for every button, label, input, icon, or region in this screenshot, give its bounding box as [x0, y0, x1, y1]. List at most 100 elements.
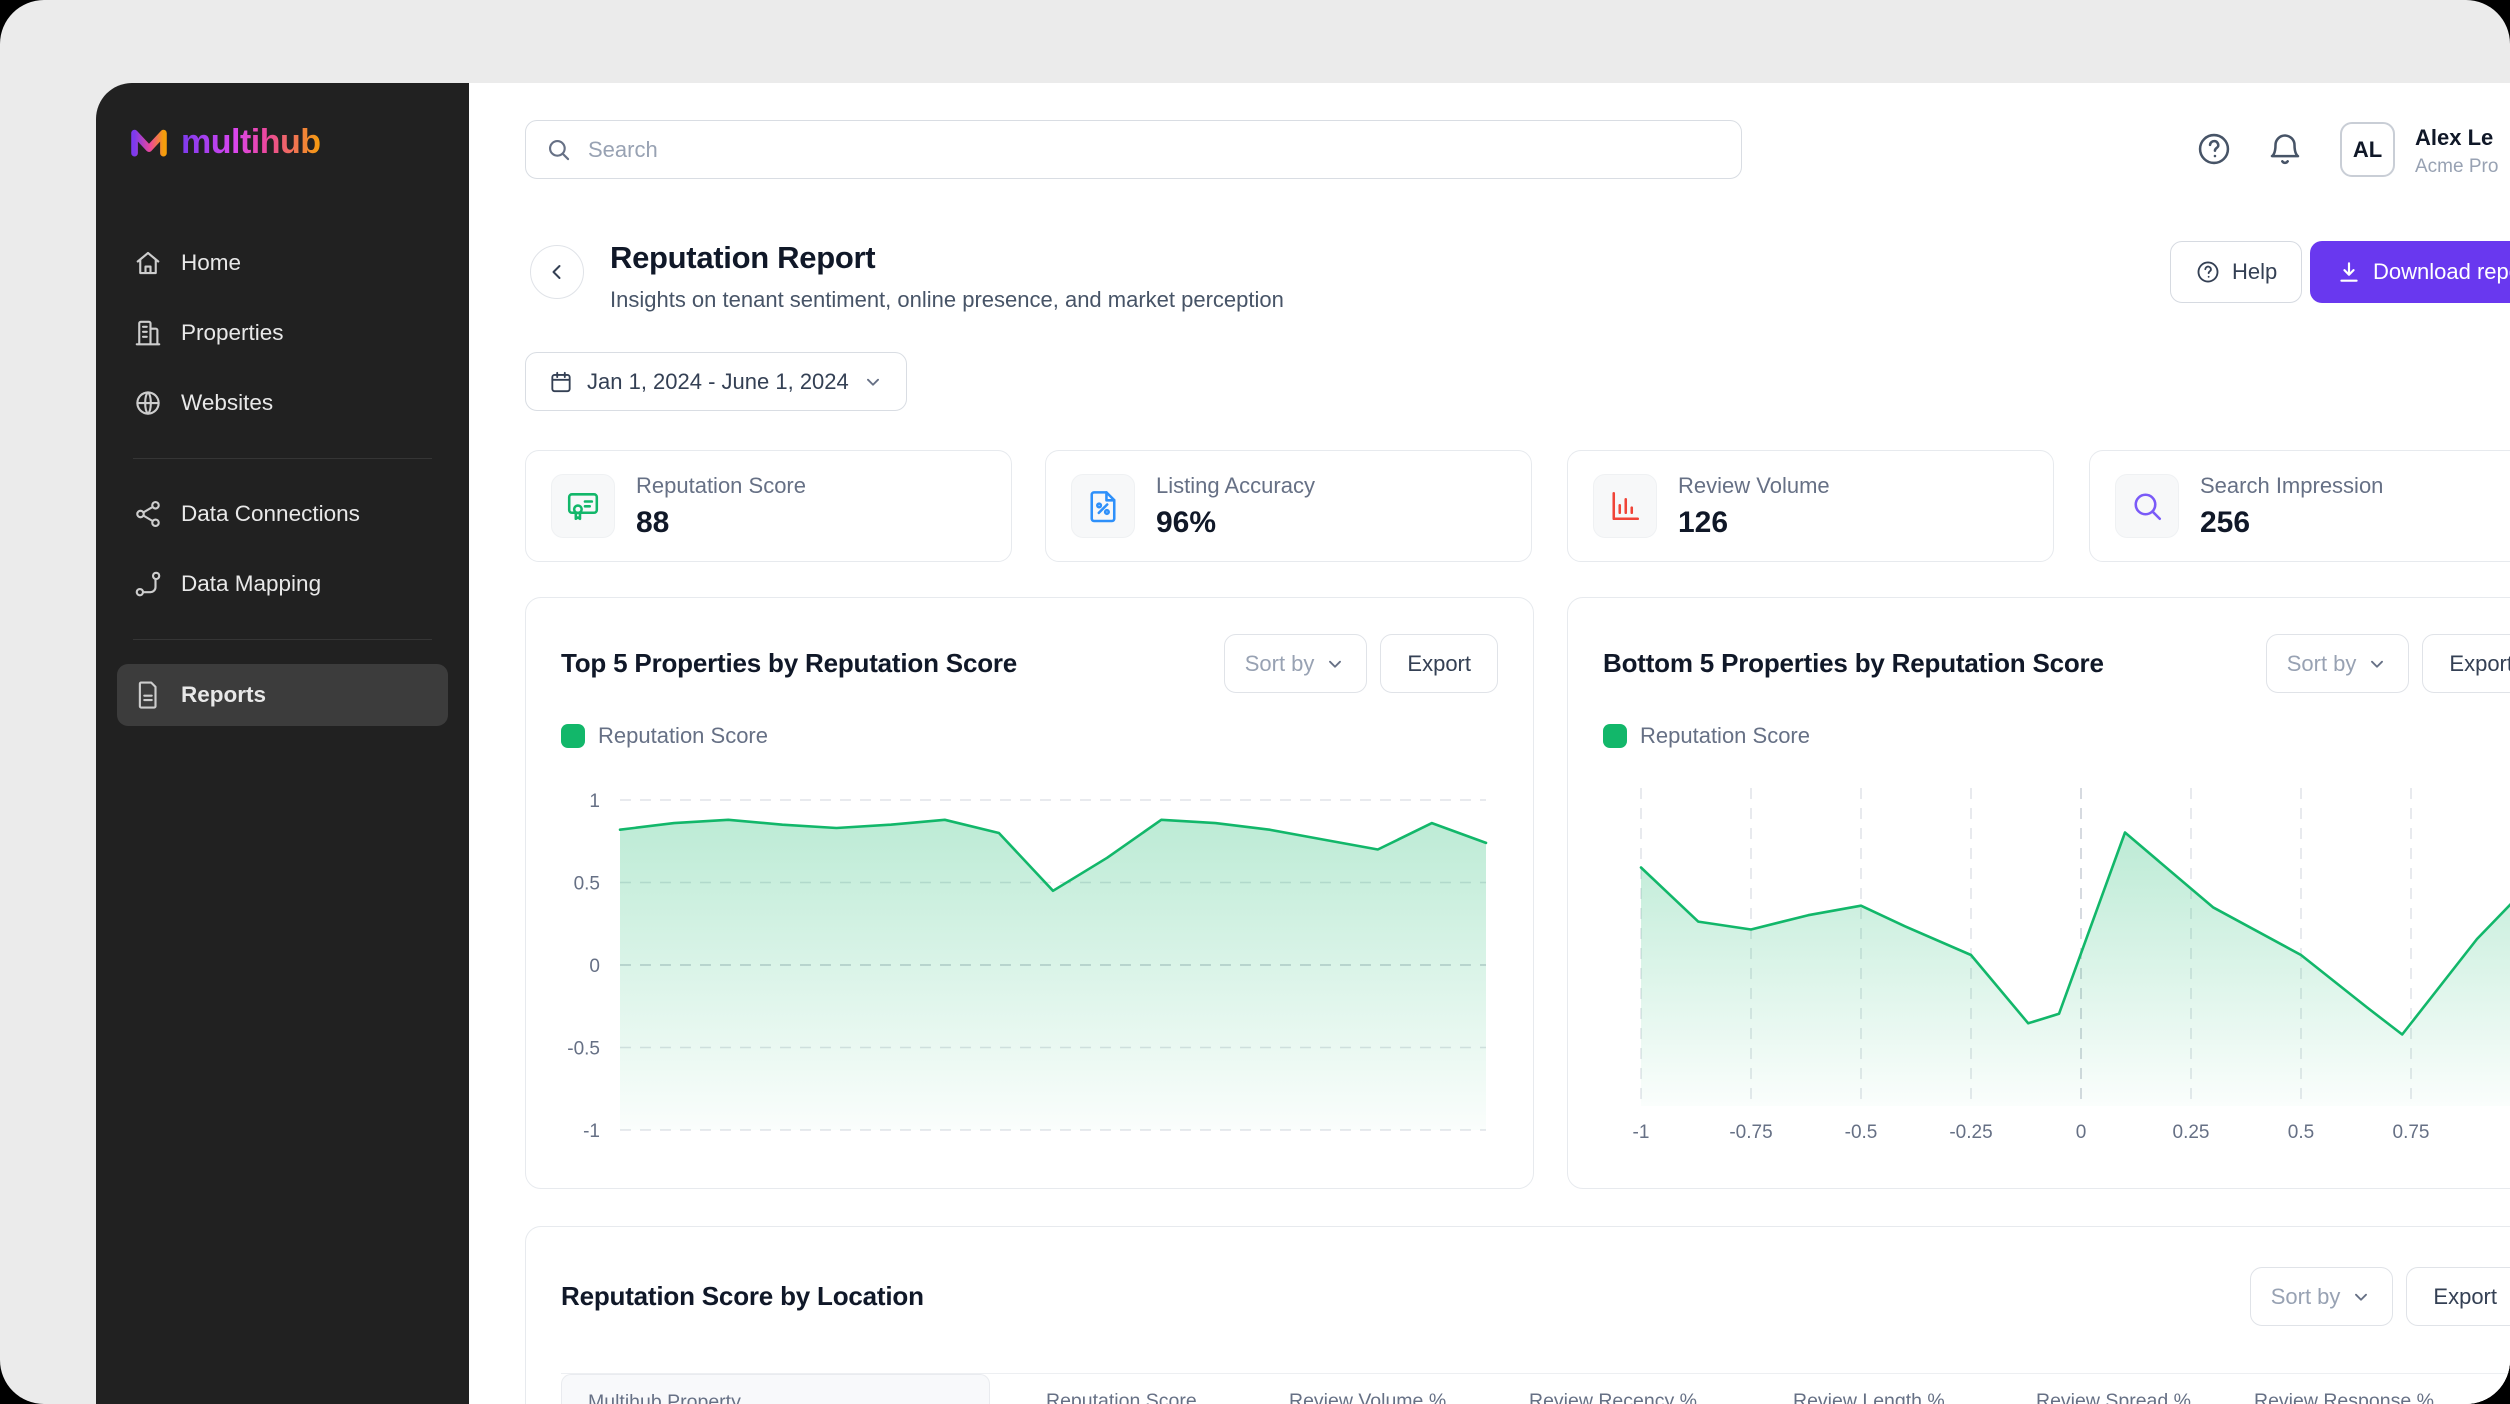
calendar-icon — [551, 371, 571, 392]
stat-value: 256 — [2200, 505, 2251, 539]
sidebar-item-data-connections[interactable]: Data Connections — [117, 483, 448, 545]
stat-card-listing-accuracy: Listing Accuracy 96% — [1045, 450, 1532, 562]
sidebar-item-properties[interactable]: Properties — [117, 302, 448, 364]
sidebar: multihub Home Properties Websites Data C… — [96, 83, 469, 1404]
stat-label: Listing Accuracy — [1156, 472, 1315, 498]
user-meta: Alex Le Acme Pro — [2415, 125, 2498, 178]
table-header-reputation-score: Reputation Score — [1046, 1390, 1197, 1404]
chevron-left-icon — [552, 265, 561, 279]
export-button[interactable]: Export — [2406, 1267, 2510, 1326]
multihub-logo-icon — [131, 129, 167, 157]
svg-text:1: 1 — [589, 791, 600, 812]
export-button[interactable]: Export — [1380, 634, 1498, 693]
chevron-down-icon — [866, 378, 879, 386]
table-header-row: Multihub Property Reputation Score Revie… — [561, 1373, 2510, 1404]
svg-text:0.5: 0.5 — [574, 874, 600, 895]
user-org: Acme Pro — [2415, 156, 2499, 177]
notifications-bell-icon[interactable] — [2266, 130, 2304, 168]
share-nodes-icon — [136, 500, 160, 528]
help-button-label: Help — [2232, 259, 2278, 284]
search-bar — [525, 120, 1742, 179]
sidebar-item-reports[interactable]: Reports — [117, 664, 448, 726]
sort-by-label: Sort by — [1244, 650, 1315, 676]
card-header: Top 5 Properties by Reputation Score Sor… — [526, 598, 1533, 693]
chevron-down-icon — [2371, 660, 2384, 668]
export-label: Export — [2433, 1283, 2497, 1309]
chevron-down-icon — [1329, 660, 1342, 668]
table-title: Reputation Score by Location — [561, 1281, 924, 1311]
sort-by-button[interactable]: Sort by — [1223, 634, 1368, 693]
sidebar-item-label: Data Connections — [181, 501, 360, 526]
chart-card-top5: Top 5 Properties by Reputation Score Sor… — [525, 597, 1534, 1189]
sort-by-label: Sort by — [2270, 1283, 2341, 1309]
table-header-review-recency: Review Recency % — [1529, 1390, 1697, 1404]
export-label: Export — [2449, 650, 2510, 676]
sidebar-nav: Home Properties Websites Data Connection… — [96, 232, 469, 726]
chart-legend: Reputation Score — [561, 723, 1533, 749]
table-header-review-length: Review Length % — [1793, 1390, 1945, 1404]
sidebar-item-data-mapping[interactable]: Data Mapping — [117, 553, 448, 615]
sort-by-button[interactable]: Sort by — [2265, 634, 2410, 693]
sidebar-item-home[interactable]: Home — [117, 232, 448, 294]
help-icon-button[interactable] — [2195, 130, 2233, 168]
page-subtitle: Insights on tenant sentiment, online pre… — [610, 287, 1284, 312]
building-icon — [135, 320, 161, 346]
report-document-icon — [138, 681, 157, 709]
stat-value: 96% — [1156, 505, 1217, 539]
chart-legend: Reputation Score — [1603, 723, 2510, 749]
card-controls: Sort by Export — [2249, 1267, 2510, 1326]
export-label: Export — [1407, 650, 1471, 676]
stat-card-review-volume: Review Volume 126 — [1567, 450, 2054, 562]
stat-label: Reputation Score — [636, 472, 806, 498]
legend-label: Reputation Score — [1640, 723, 1810, 748]
download-button-label: Download report — [2373, 259, 2510, 284]
help-button[interactable]: Help — [2170, 241, 2303, 303]
legend-swatch — [1603, 724, 1627, 748]
date-range-label: Jan 1, 2024 - June 1, 2024 — [587, 368, 849, 394]
svg-text:0.75: 0.75 — [2393, 1122, 2430, 1143]
stat-icon-box — [1593, 474, 1657, 538]
legend-swatch — [561, 724, 585, 748]
avatar-initials: AL — [2352, 136, 2383, 162]
sidebar-item-label: Home — [181, 250, 242, 275]
brand-logo[interactable]: multihub — [129, 121, 469, 163]
sidebar-divider — [133, 458, 432, 459]
legend-label: Reputation Score — [598, 723, 768, 748]
stat-label: Review Volume — [1678, 472, 1830, 498]
svg-text:0: 0 — [589, 956, 600, 977]
help-circle-icon — [2198, 133, 2230, 165]
download-icon — [2340, 262, 2358, 282]
document-percent-icon — [1090, 491, 1116, 523]
table-card-reputation-by-location: Reputation Score by Location Sort by Exp… — [525, 1226, 2510, 1404]
search-input[interactable] — [525, 120, 1742, 179]
page-title: Reputation Report — [610, 240, 876, 275]
search-icon — [2134, 493, 2162, 521]
download-report-button[interactable]: Download report — [2310, 241, 2510, 303]
sidebar-divider — [133, 639, 432, 640]
chart-card-bottom5: Bottom 5 Properties by Reputation Score … — [1567, 597, 2510, 1189]
svg-text:0.25: 0.25 — [2173, 1122, 2210, 1143]
sidebar-item-websites[interactable]: Websites — [117, 372, 448, 434]
svg-text:-1: -1 — [1633, 1122, 1650, 1143]
table-header-review-volume: Review Volume % — [1289, 1390, 1447, 1404]
avatar[interactable]: AL — [2340, 122, 2395, 177]
date-range-picker[interactable]: Jan 1, 2024 - June 1, 2024 — [525, 352, 907, 411]
card-controls: Sort by Export — [1223, 634, 1498, 693]
back-button[interactable] — [530, 245, 584, 299]
export-button[interactable]: Export — [2422, 634, 2510, 693]
svg-text:-0.25: -0.25 — [1949, 1122, 1992, 1143]
stat-text: Reputation Score 88 — [636, 473, 806, 540]
user-name: Alex Le — [2415, 125, 2494, 150]
sort-by-label: Sort by — [2286, 650, 2357, 676]
sidebar-item-label: Properties — [181, 320, 284, 345]
stat-label: Search Impression — [2200, 472, 2384, 498]
card-header: Reputation Score by Location Sort by Exp… — [526, 1227, 2510, 1326]
bell-icon — [2270, 134, 2300, 165]
brand-wordmark: multihub — [181, 122, 321, 161]
stat-value: 88 — [636, 505, 670, 539]
sort-by-button[interactable]: Sort by — [2249, 1267, 2394, 1326]
stat-icon-box — [2115, 474, 2179, 538]
table-header-property: Multihub Property — [561, 1374, 990, 1404]
svg-text:-1: -1 — [583, 1121, 600, 1142]
table-header-review-spread: Review Spread % — [2036, 1390, 2191, 1404]
